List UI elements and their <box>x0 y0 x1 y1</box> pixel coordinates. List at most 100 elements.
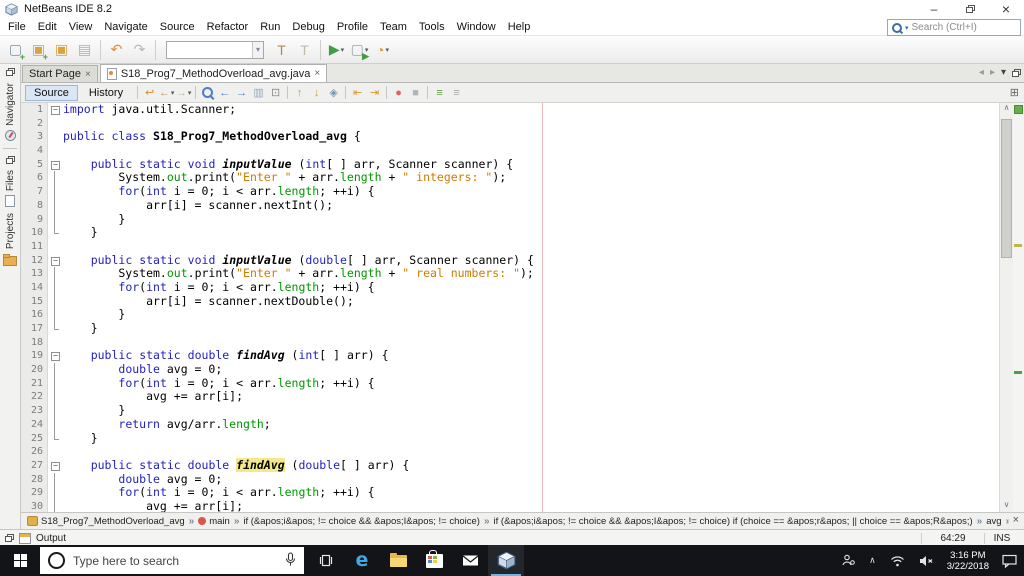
vertical-scrollbar[interactable]: ∧ ∨ <box>999 103 1013 512</box>
tab-list-dropdown-icon[interactable]: ▾ <box>1001 67 1006 78</box>
quick-search-box[interactable]: ▾ Search (Ctrl+I) <box>887 19 1021 36</box>
scroll-tabs-right-icon[interactable]: ▸ <box>990 67 995 78</box>
fold-toggle-icon[interactable]: − <box>51 352 60 362</box>
code-line[interactable]: 29 for(int i = 0; i < arr.length; ++i) { <box>21 485 999 500</box>
code-area[interactable]: 1− import java.util.Scanner; 2 3 public clas… <box>21 103 999 512</box>
menu-help[interactable]: Help <box>502 21 537 33</box>
shift-right-button[interactable]: ⇥ <box>366 85 383 101</box>
microphone-icon[interactable] <box>285 551 296 570</box>
tab-close-icon[interactable]: × <box>85 69 91 80</box>
undo-button[interactable]: ↶ <box>105 38 128 62</box>
toggle-bookmark-button[interactable]: ◈ <box>325 85 342 101</box>
fold-toggle-icon[interactable]: − <box>51 106 60 115</box>
error-stripe-mark[interactable] <box>1014 244 1022 247</box>
tab-close-icon[interactable]: × <box>314 68 320 79</box>
scroll-down-icon[interactable]: ∨ <box>1000 500 1013 512</box>
code-line[interactable]: 28 double avg = 0; <box>21 472 999 487</box>
code-line[interactable]: 19− public static double findAvg (int[ ]… <box>21 349 999 364</box>
debug-project-button[interactable]: ▢ ▶ ▾ <box>348 38 371 62</box>
code-line[interactable]: 3 public class S18_Prog7_MethodOverload_a… <box>21 130 999 145</box>
file-explorer-button[interactable] <box>380 545 416 576</box>
error-stripe-mark[interactable] <box>1014 371 1022 374</box>
edge-button[interactable]: e <box>344 545 380 576</box>
source-view-button[interactable]: Source <box>25 84 78 101</box>
code-line[interactable]: 16 } <box>21 307 999 322</box>
code-line[interactable]: 4 <box>21 144 999 158</box>
code-line[interactable]: 8 arr[i] = scanner.nextInt(); <box>21 198 999 213</box>
restore-button[interactable] <box>952 0 988 18</box>
previous-bookmark-button[interactable]: ↑ <box>291 85 308 101</box>
build-project-button[interactable]: T <box>270 38 293 62</box>
code-line[interactable]: 13 System.out.print("Enter " + arr.lengt… <box>21 266 999 281</box>
netbeans-taskbar-button[interactable] <box>488 545 524 576</box>
code-line[interactable]: 6 System.out.print("Enter " + arr.length… <box>21 171 999 186</box>
menu-profile[interactable]: Profile <box>331 21 374 33</box>
code-line[interactable]: 27− public static double findAvg (double… <box>21 457 999 473</box>
code-line[interactable]: 30 avg += arr[i]; <box>21 499 999 512</box>
taskbar-search-box[interactable]: Type here to search <box>40 547 304 574</box>
sidebar-item-navigator[interactable]: Navigator <box>4 80 16 144</box>
dock-window-icon[interactable] <box>5 534 14 542</box>
toggle-highlight-button[interactable]: ▥ <box>250 85 267 101</box>
code-line[interactable]: 17 } <box>21 321 999 336</box>
code-line[interactable]: 14 for(int i = 0; i < arr.length; ++i) { <box>21 280 999 295</box>
tab-start-page[interactable]: Start Page × <box>22 65 98 82</box>
code-line[interactable]: 18 <box>21 335 999 350</box>
close-button[interactable]: × <box>988 0 1024 18</box>
code-line[interactable]: 26 <box>21 445 999 459</box>
forward-button[interactable]: → ▾ <box>175 85 192 101</box>
code-line[interactable]: 12− public static void inputValue (doubl… <box>21 253 999 268</box>
code-line[interactable]: 11 <box>21 239 999 254</box>
back-button[interactable]: ← ▾ <box>158 85 175 101</box>
output-tab[interactable]: Output <box>36 533 66 544</box>
new-project-button[interactable]: ▣ + <box>27 38 50 62</box>
breadcrumb-item[interactable]: S18_Prog7_MethodOverload_avg <box>27 516 185 527</box>
action-center-button[interactable] <box>995 545 1024 576</box>
hidden-icons-chevron[interactable]: ∧ <box>862 545 883 576</box>
code-line[interactable]: 1− import java.util.Scanner; <box>21 103 999 117</box>
code-editor[interactable]: 1− import java.util.Scanner; 2 3 public clas… <box>21 103 1024 512</box>
code-line[interactable]: 10 } <box>21 225 999 240</box>
menu-file[interactable]: File <box>2 21 32 33</box>
find-previous-button[interactable]: ← <box>216 85 233 101</box>
scrollbar-thumb[interactable] <box>1001 119 1012 258</box>
find-next-button[interactable]: → <box>233 85 250 101</box>
comment-button[interactable]: ≡ <box>431 85 448 101</box>
redo-button[interactable]: ↷ <box>128 38 151 62</box>
open-project-button[interactable]: ▣ <box>50 38 73 62</box>
menu-run[interactable]: Run <box>254 21 286 33</box>
maximize-editor-icon[interactable] <box>1012 68 1021 77</box>
menu-tools[interactable]: Tools <box>413 21 451 33</box>
dock-window-icon[interactable] <box>5 68 15 76</box>
new-file-button[interactable]: ▢ + <box>4 38 27 62</box>
code-line[interactable]: 5− public static void inputValue (int[ ]… <box>21 157 999 172</box>
shift-left-button[interactable]: ⇤ <box>349 85 366 101</box>
breadcrumb-item[interactable]: avg <box>986 516 1001 527</box>
fold-toggle-icon[interactable]: − <box>51 160 60 170</box>
code-line[interactable]: 20 double avg = 0; <box>21 362 999 377</box>
menu-source[interactable]: Source <box>154 21 201 33</box>
search-dropdown-icon[interactable]: ▾ <box>905 24 909 32</box>
code-line[interactable]: 22 avg += arr[i]; <box>21 390 999 405</box>
breadcrumb-close-icon[interactable]: × <box>1008 514 1019 526</box>
sidebar-item-projects[interactable]: Projects <box>3 210 17 269</box>
code-line[interactable]: 21 for(int i = 0; i < arr.length; ++i) { <box>21 376 999 391</box>
last-edit-button[interactable]: ↩ <box>141 85 158 101</box>
mail-button[interactable] <box>452 545 488 576</box>
wifi-button[interactable] <box>883 545 912 576</box>
stop-macro-button[interactable]: ■ <box>407 85 424 101</box>
breadcrumb-item[interactable]: main <box>198 516 230 527</box>
save-all-button[interactable]: ▤ <box>73 38 96 62</box>
tab-s18-prog7-methodoverload-avg-java[interactable]: S18_Prog7_MethodOverload_avg.java × <box>99 64 328 82</box>
code-line[interactable]: 2 <box>21 116 999 131</box>
fold-toggle-icon[interactable]: − <box>51 256 60 266</box>
find-button[interactable] <box>199 85 216 101</box>
minimize-button[interactable]: – <box>916 0 952 18</box>
scroll-tabs-left-icon[interactable]: ◂ <box>979 67 984 78</box>
code-line[interactable]: 25 } <box>21 431 999 446</box>
people-button[interactable] <box>834 545 862 576</box>
menu-team[interactable]: Team <box>374 21 413 33</box>
breadcrumb-item[interactable]: if (&apos;i&apos; != choice && &apos;I&a… <box>243 516 480 527</box>
menu-edit[interactable]: Edit <box>32 21 63 33</box>
menu-view[interactable]: View <box>63 21 99 33</box>
